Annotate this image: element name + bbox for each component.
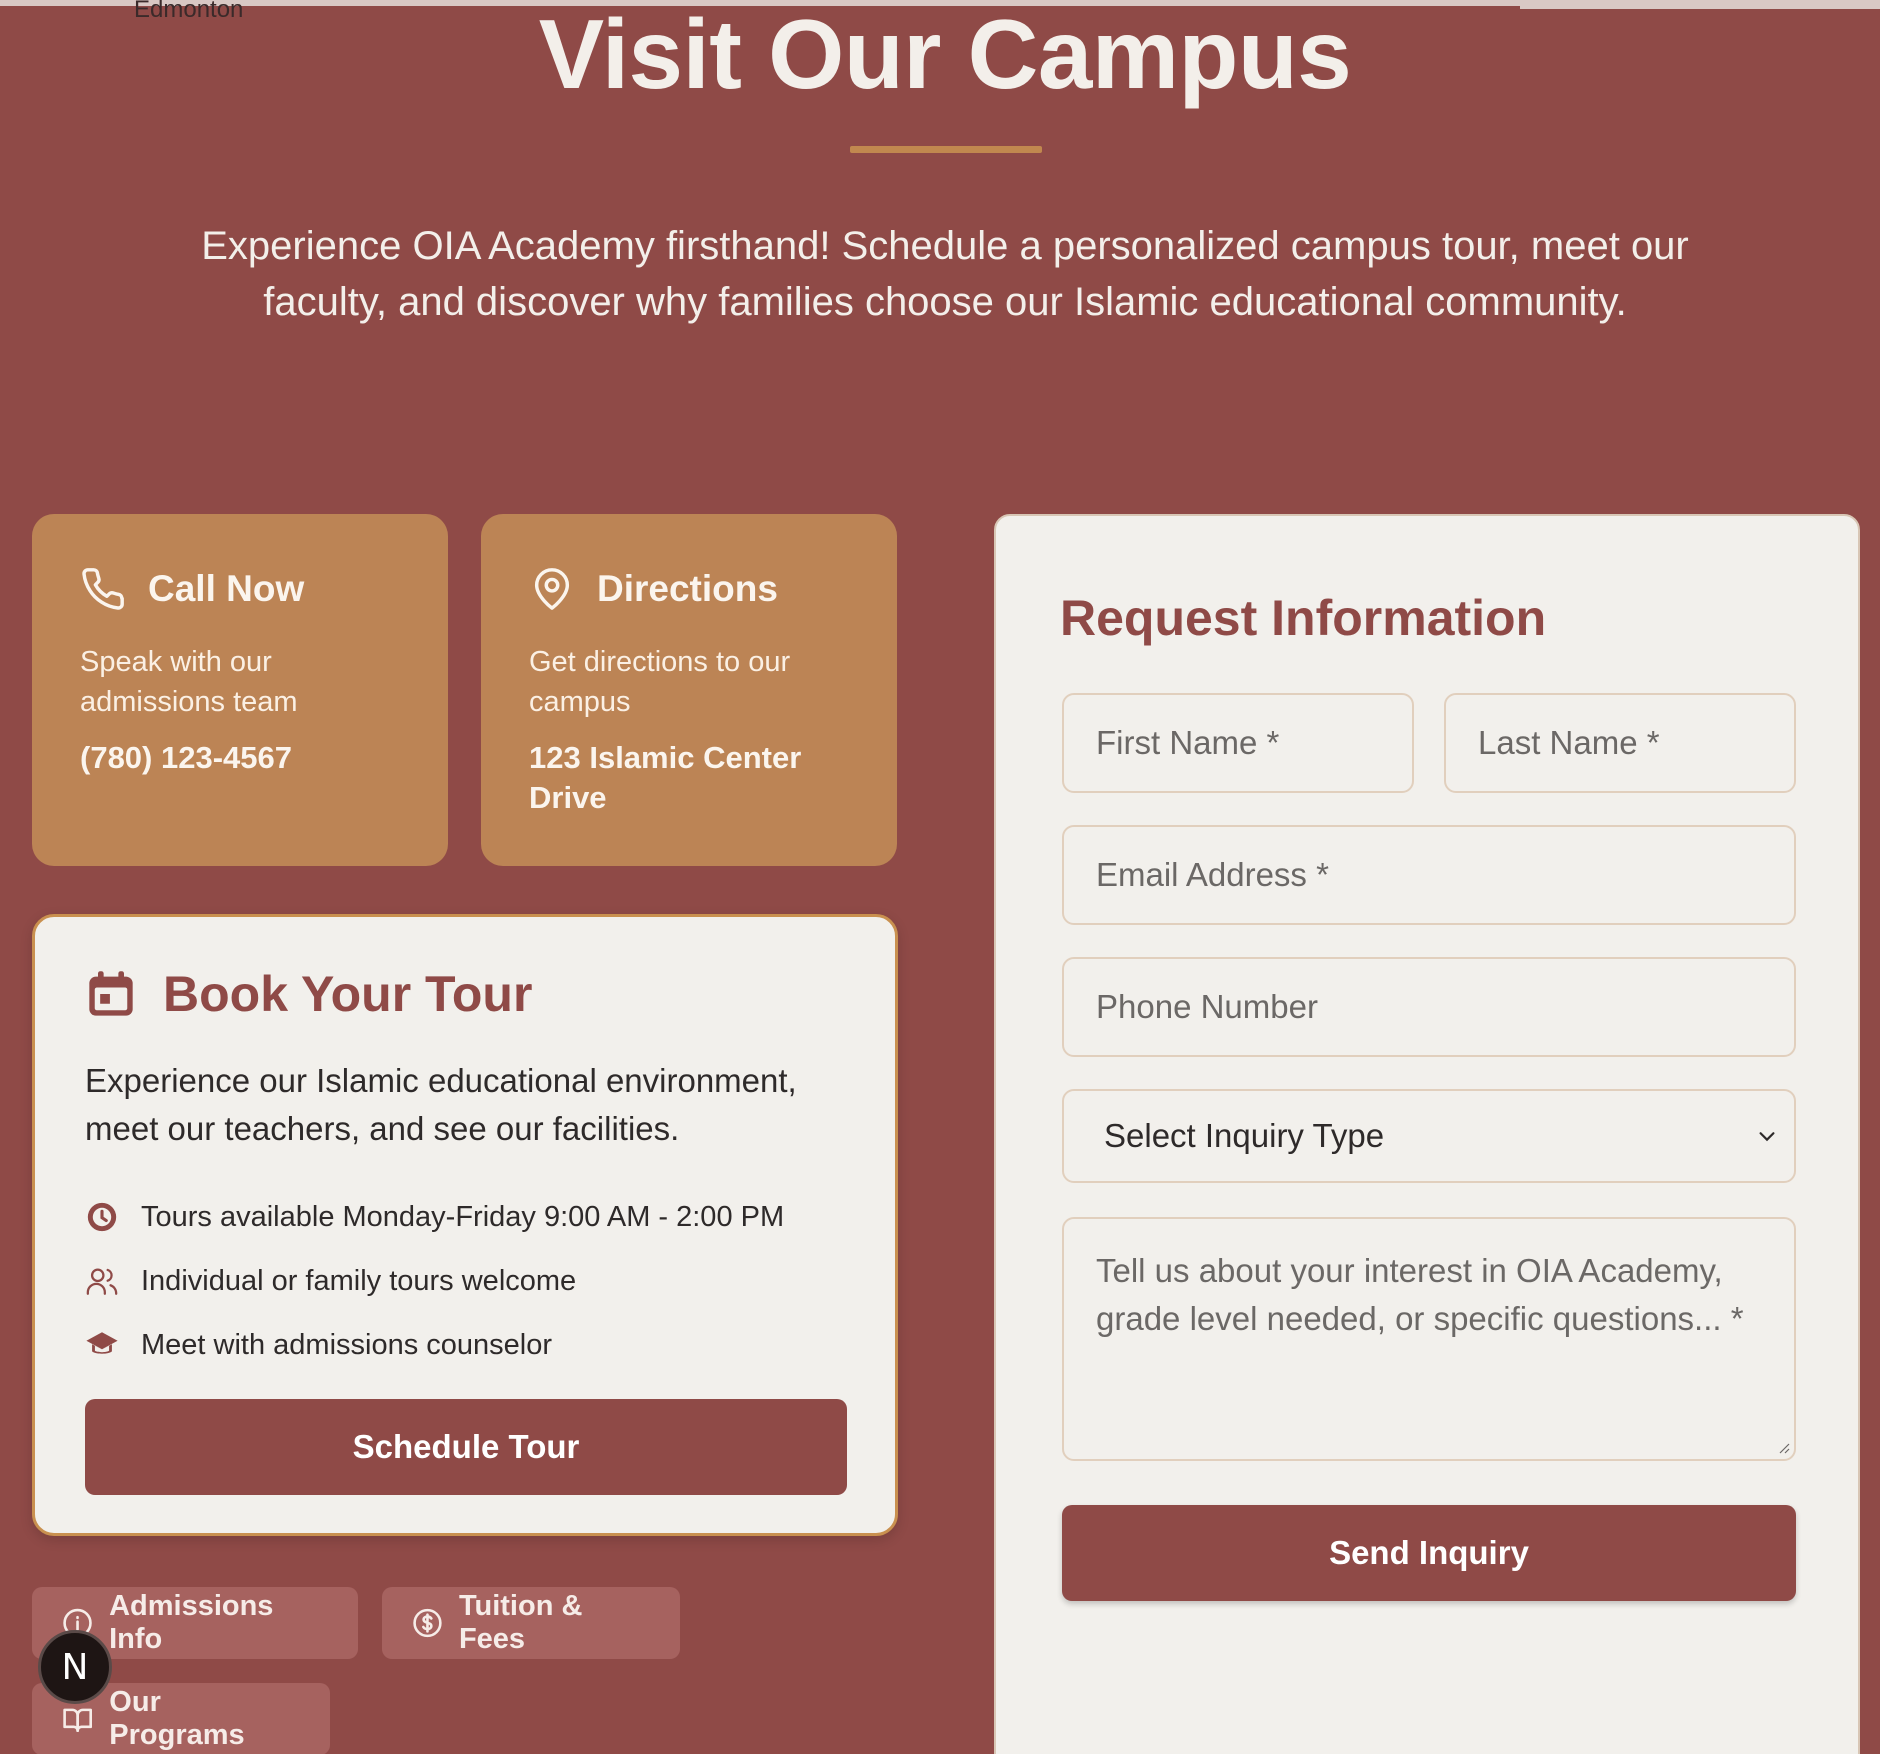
book-tour-card: Book Your Tour Experience our Islamic ed… <box>32 914 898 1536</box>
form-title: Request Information <box>1060 590 1547 646</box>
book-icon <box>63 1708 92 1733</box>
campus-address[interactable]: 123 Islamic Center Drive <box>529 738 849 818</box>
phone-icon <box>82 568 124 610</box>
inquiry-type-select[interactable]: Select Inquiry Type <box>1062 1089 1796 1183</box>
email-field[interactable] <box>1062 825 1796 925</box>
call-now-title: Call Now <box>148 568 305 609</box>
inquiry-type-value: Select Inquiry Type <box>1104 1117 1385 1154</box>
book-tour-description: Experience our Islamic educational envir… <box>85 1062 797 1147</box>
hero-subtitle: Experience OIA Academy firsthand! Schedu… <box>201 224 1689 324</box>
last-name-field[interactable] <box>1444 693 1796 793</box>
schedule-tour-button[interactable]: Schedule Tour <box>85 1399 847 1495</box>
call-now-card[interactable]: Call Now Speak with our admissions team … <box>32 514 448 866</box>
phone-field[interactable] <box>1062 957 1796 1057</box>
send-inquiry-button[interactable]: Send Inquiry <box>1062 1505 1796 1601</box>
directions-title: Directions <box>597 568 778 609</box>
dollar-icon <box>413 1608 442 1638</box>
calendar-icon <box>89 971 133 1016</box>
tuition-fees-link[interactable]: Tuition & Fees <box>382 1587 680 1659</box>
our-programs-label: Our Programs <box>109 1686 245 1751</box>
list-item: Tours available Monday-Friday 9:00 AM - … <box>85 1185 845 1249</box>
directions-description: Get directions to our campus <box>529 646 791 718</box>
graduation-cap-icon <box>86 1332 118 1354</box>
directions-card[interactable]: Directions Get directions to our campus … <box>481 514 897 866</box>
message-field[interactable] <box>1062 1217 1796 1461</box>
call-now-description: Speak with our admissions team <box>80 646 298 718</box>
list-item: Individual or family tours welcome <box>85 1249 845 1313</box>
chevron-down-icon <box>1759 1132 1775 1142</box>
dev-tools-badge[interactable]: N <box>38 1630 112 1704</box>
list-item: Meet with admissions counselor <box>85 1313 845 1377</box>
feature-text: Tours available Monday-Friday 9:00 AM - … <box>141 1200 785 1233</box>
feature-text: Individual or family tours welcome <box>141 1264 577 1297</box>
tuition-fees-label: Tuition & Fees <box>458 1590 583 1655</box>
phone-number[interactable]: (780) 123-4567 <box>80 738 400 778</box>
first-name-field[interactable] <box>1062 693 1414 793</box>
resize-handle-icon[interactable] <box>1776 1440 1790 1454</box>
book-tour-title: Book Your Tour <box>163 966 533 1022</box>
tour-feature-list: Tours available Monday-Friday 9:00 AM - … <box>85 1185 845 1377</box>
request-info-form: Request Information Select Inquiry Type … <box>994 514 1860 1754</box>
map-pin-icon <box>534 568 570 610</box>
feature-text: Meet with admissions counselor <box>141 1328 553 1361</box>
users-icon <box>86 1268 118 1295</box>
clock-icon <box>87 1202 117 1232</box>
admissions-info-label: Admissions Info <box>109 1590 274 1655</box>
title-divider <box>850 146 1042 153</box>
page-title: Visit Our Campus <box>538 0 1352 109</box>
